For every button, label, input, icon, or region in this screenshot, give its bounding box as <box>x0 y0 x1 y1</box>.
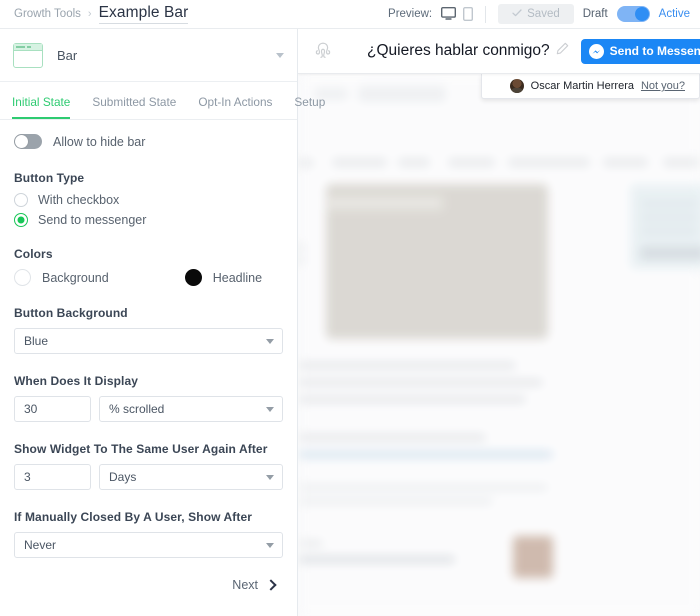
when-display-controls: 30 % scrolled <box>14 396 283 422</box>
preview-pane: ¿Quieres hablar conmigo? Send to Messeng… <box>298 29 700 616</box>
identity-name: Oscar Martin Herrera <box>530 80 634 92</box>
when-display-group: When Does It Display 30 % scrolled <box>14 374 283 422</box>
messenger-icon <box>588 43 604 59</box>
avatar <box>509 79 524 93</box>
show-again-amount-input[interactable]: 3 <box>14 464 91 490</box>
draft-label: Draft <box>582 8 608 20</box>
status-toggle-knob <box>634 7 649 21</box>
if-closed-select[interactable]: Never <box>14 532 283 558</box>
radio-with-checkbox-indicator[interactable] <box>14 193 28 207</box>
when-display-unit-select[interactable]: % scrolled <box>99 396 283 422</box>
button-background-select[interactable]: Blue <box>14 328 283 354</box>
top-bar: Growth Tools › Example Bar Preview: Save… <box>0 0 700 29</box>
next-button[interactable]: Next <box>14 578 283 592</box>
show-again-unit-value: Days <box>109 470 137 484</box>
color-background-label: Background <box>42 270 109 285</box>
breadcrumb-parent-link[interactable]: Growth Tools <box>14 8 81 20</box>
color-headline-label: Headline <box>212 270 263 285</box>
color-background[interactable]: Background <box>14 269 109 286</box>
widget-type-selector[interactable]: Bar <box>0 29 297 82</box>
tab-bar: Initial State Submitted State Opt-In Act… <box>0 82 325 120</box>
allow-hide-bar-toggle-knob <box>15 135 28 148</box>
tab-opt-in-actions[interactable]: Opt-In Actions <box>198 95 272 119</box>
page-title[interactable]: Example Bar <box>98 4 189 24</box>
preview-device-switcher <box>441 7 474 21</box>
tab-submitted-state[interactable]: Submitted State <box>92 95 176 119</box>
breadcrumb-separator: › <box>87 8 92 20</box>
show-again-controls: 3 Days <box>14 464 283 490</box>
chevron-right-icon <box>265 579 277 591</box>
show-again-group: Show Widget To The Same User Again After… <box>14 442 283 490</box>
mobile-phone-icon[interactable] <box>463 7 474 21</box>
send-to-messenger-label: Send to Messenger <box>609 44 700 58</box>
color-headline-swatch[interactable] <box>184 269 202 286</box>
next-button-label: Next <box>232 578 258 592</box>
not-you-link[interactable]: Not you? <box>641 80 685 92</box>
chevron-down-icon[interactable] <box>266 542 274 548</box>
if-closed-group: If Manually Closed By A User, Show After… <box>14 510 283 558</box>
settings-panel: Bar Initial State Submitted State Opt-In… <box>0 29 325 616</box>
button-background-group: Button Background Blue <box>14 306 283 354</box>
button-background-label: Button Background <box>14 306 128 320</box>
app-root: Growth Tools › Example Bar Preview: Save… <box>0 0 700 616</box>
chevron-down-icon[interactable] <box>266 406 274 412</box>
breadcrumb: Growth Tools › Example Bar <box>14 4 189 24</box>
show-again-label: Show Widget To The Same User Again After <box>14 442 268 456</box>
top-bar-actions: Preview: Saved Draft Active <box>388 4 690 24</box>
colors-group: Colors Background Headline <box>14 247 283 286</box>
preview-label: Preview: <box>388 8 433 20</box>
if-closed-value: Never <box>24 538 57 552</box>
colors-label: Colors <box>14 247 53 261</box>
radio-send-to-messenger[interactable]: Send to messenger <box>14 213 283 227</box>
allow-hide-bar-label: Allow to hide bar <box>53 134 146 149</box>
radio-send-to-messenger-label: Send to messenger <box>38 213 147 227</box>
color-headline[interactable]: Headline <box>184 269 263 286</box>
send-to-messenger-button[interactable]: Send to Messenger <box>580 38 700 64</box>
when-display-unit-value: % scrolled <box>109 402 165 416</box>
chevron-down-icon[interactable] <box>266 474 274 480</box>
preview-headline: ¿Quieres hablar conmigo? <box>367 42 550 59</box>
pencil-edit-icon[interactable] <box>556 42 569 60</box>
show-again-unit-select[interactable]: Days <box>99 464 283 490</box>
button-type-group: Button Type With checkbox Send to messen… <box>14 171 283 227</box>
save-button-label: Saved <box>527 8 560 20</box>
allow-hide-bar-row[interactable]: Allow to hide bar <box>14 134 283 149</box>
status-toggle[interactable] <box>616 6 650 22</box>
button-background-value: Blue <box>24 334 49 348</box>
tab-initial-state[interactable]: Initial State <box>12 95 71 119</box>
chevron-down-icon[interactable] <box>266 338 274 344</box>
identity-dropdown: Oscar Martin Herrera Not you? <box>480 74 700 99</box>
allow-hide-bar-toggle[interactable] <box>14 134 42 149</box>
if-closed-label: If Manually Closed By A User, Show After <box>14 510 253 524</box>
bar-widget-icon <box>13 42 43 68</box>
check-icon <box>512 8 522 20</box>
desktop-monitor-icon[interactable] <box>441 7 457 21</box>
settings-form: Allow to hide bar Button Type With check… <box>0 120 297 616</box>
radio-with-checkbox[interactable]: With checkbox <box>14 193 283 207</box>
colors-row: Background Headline <box>14 269 283 286</box>
save-button[interactable]: Saved <box>498 4 574 24</box>
radio-with-checkbox-label: With checkbox <box>38 193 120 207</box>
color-background-swatch[interactable] <box>14 269 31 286</box>
radio-send-to-messenger-indicator[interactable] <box>14 213 28 227</box>
tab-setup[interactable]: Setup <box>294 95 325 119</box>
widget-type-label: Bar <box>57 47 78 63</box>
blurred-website-preview <box>298 74 700 616</box>
when-display-amount-input[interactable]: 30 <box>14 396 91 422</box>
when-display-label: When Does It Display <box>14 374 139 388</box>
body-split: Bar Initial State Submitted State Opt-In… <box>0 29 700 616</box>
toolbar-divider <box>485 5 487 23</box>
manychat-octopus-icon <box>312 40 334 62</box>
growth-bar-widget: ¿Quieres hablar conmigo? Send to Messeng… <box>298 29 700 74</box>
chevron-down-icon[interactable] <box>276 52 284 58</box>
active-label: Active <box>658 8 690 20</box>
button-type-label: Button Type <box>14 171 85 185</box>
